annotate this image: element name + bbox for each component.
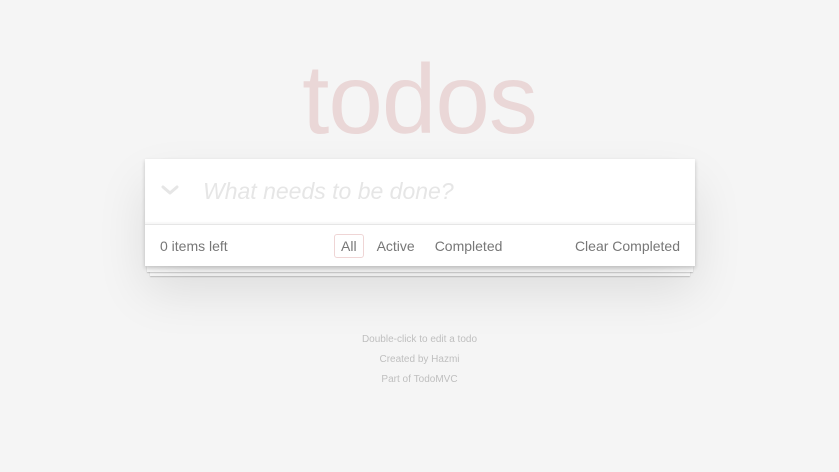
info-edit-hint: Double-click to edit a todo	[361, 334, 478, 345]
author-link[interactable]: Hazmi	[431, 354, 459, 365]
todo-footer: 0 items left All Active Completed Clear …	[145, 225, 695, 266]
app-title: todos	[302, 44, 538, 154]
info-credits: Created by Hazmi	[0, 350, 839, 370]
toggle-all-button[interactable]	[157, 175, 183, 205]
info-part-of-prefix: Part of	[381, 374, 414, 385]
stack-shadow-layer	[147, 266, 693, 272]
info-credits-prefix: Created by	[379, 354, 432, 365]
filter-all[interactable]: All	[334, 234, 364, 258]
todo-count: 0 items left	[160, 238, 228, 254]
filter-active[interactable]: Active	[370, 234, 422, 258]
new-todo-input[interactable]	[203, 171, 673, 211]
info-footer: Double-click to edit a todo Created by H…	[0, 330, 839, 390]
clear-completed-button[interactable]: Clear Completed	[575, 238, 680, 254]
filter-completed[interactable]: Completed	[428, 234, 510, 258]
info-part-of: Part of TodoMVC	[0, 370, 839, 390]
todo-app-panel: 0 items left All Active Completed Clear …	[145, 159, 695, 266]
todomvc-link[interactable]: TodoMVC	[414, 374, 458, 385]
todo-header	[145, 159, 695, 225]
chevron-down-icon	[161, 185, 179, 195]
filters: All Active Completed	[334, 234, 509, 258]
